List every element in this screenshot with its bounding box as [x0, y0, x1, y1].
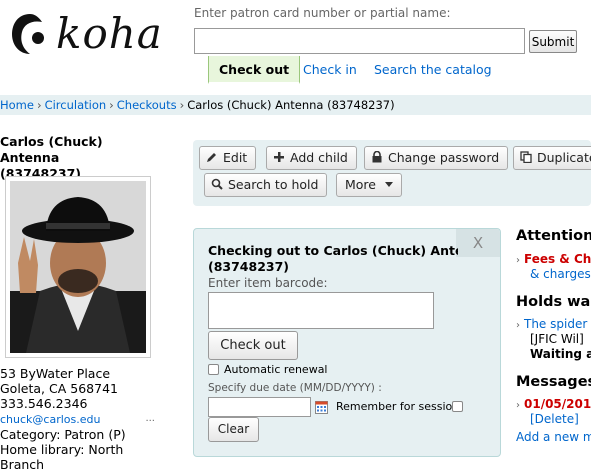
auto-renewal-checkbox[interactable] [208, 364, 219, 375]
bullet-arrow-icon: › [516, 320, 520, 331]
submit-button[interactable]: Submit [529, 30, 577, 53]
breadcrumb-separator: › [179, 98, 185, 112]
duplicate-button[interactable]: Duplicate [513, 146, 591, 170]
patron-search-label: Enter patron card number or partial name… [194, 6, 451, 20]
search-icon [211, 178, 223, 190]
fees-link[interactable]: Fees & Ch [524, 252, 591, 266]
due-date-input[interactable] [208, 397, 311, 417]
remember-session-label: Remember for session: [336, 400, 463, 413]
breadcrumb-home[interactable]: Home [0, 98, 34, 112]
checkout-panel: X Checking out to Carlos (Chuck) Antenna… [193, 228, 501, 457]
bullet-arrow-icon: › [516, 255, 520, 266]
add-child-button-label: Add child [290, 150, 348, 165]
tab-check-out[interactable]: Check out [208, 56, 301, 84]
lock-icon [372, 151, 382, 163]
clear-button[interactable]: Clear [208, 417, 259, 442]
patron-email-link[interactable]: chuck@carlos.edu [0, 413, 100, 426]
checkout-title-line2: (83748237) [208, 259, 290, 274]
patron-category: Category: Patron (P) [0, 427, 126, 442]
patron-panel: Carlos (Chuck) Antenna (83748237) 53 ByW… [0, 134, 165, 472]
patron-more-ellipsis[interactable]: ... [145, 411, 155, 426]
patron-name-line: Carlos (Chuck) Antenna [0, 134, 103, 165]
add-child-button[interactable]: Add child [266, 146, 357, 170]
breadcrumb-circulation[interactable]: Circulation [45, 98, 107, 112]
copy-icon [520, 151, 532, 163]
tab-check-in[interactable]: Check in [303, 56, 357, 84]
holds-waiting-heading: Holds wait [516, 294, 591, 310]
tab-search-catalog[interactable]: Search the catalog [374, 56, 492, 84]
patron-name: Carlos (Chuck) Antenna (83748237) [0, 134, 165, 182]
hold-status: Waiting at [530, 347, 591, 361]
logo-wordmark: koha [56, 9, 163, 58]
patron-photo-frame [5, 176, 151, 358]
delete-message-link[interactable]: [Delete] [530, 412, 579, 426]
patron-phone: 333.546.2346 [0, 396, 88, 411]
more-dropdown-button[interactable]: More [336, 173, 402, 197]
patron-home-library: Home library: North Branch [0, 442, 124, 472]
breadcrumb-checkouts[interactable]: Checkouts [117, 98, 177, 112]
hold-call-number: [JFIC Wil] [530, 332, 584, 346]
message-item: › 01/05/2012 [516, 397, 591, 413]
barcode-label: Enter item barcode: [208, 276, 328, 290]
caret-down-icon [384, 182, 393, 187]
checkout-button[interactable]: Check out [208, 331, 298, 360]
more-button-label: More [345, 177, 376, 192]
breadcrumb-separator: › [36, 98, 42, 112]
duplicate-button-label: Duplicate [537, 150, 591, 165]
fees-charges-link[interactable]: & charges [530, 267, 591, 281]
patron-toolbar: Edit Add child Change password Duplicate… [193, 140, 591, 206]
attention-heading: Attention [516, 228, 591, 244]
koha-logo[interactable]: koha [8, 8, 168, 60]
header: koha Enter patron card number or partial… [0, 0, 591, 95]
search-to-hold-button[interactable]: Search to hold [204, 173, 328, 197]
patron-photo [10, 181, 146, 353]
search-to-hold-button-label: Search to hold [228, 177, 319, 192]
patron-search-input[interactable] [194, 28, 525, 54]
message-date: 01/05/2012 [524, 397, 591, 411]
bullet-arrow-icon: › [516, 400, 520, 411]
remember-session-checkbox[interactable] [452, 401, 463, 412]
fees-line[interactable]: › Fees & Ch [516, 252, 591, 268]
patron-address-line2: Goleta, CA 568741 [0, 381, 118, 396]
barcode-input[interactable] [208, 292, 434, 329]
close-icon[interactable]: X [456, 229, 500, 257]
auto-renewal-label: Automatic renewal [224, 363, 328, 376]
plus-icon [274, 152, 284, 162]
checkout-title-line1: Checking out to Carlos (Chuck) Antenna [208, 243, 458, 258]
pencil-icon [207, 153, 216, 162]
hold-title-link[interactable]: The spider [524, 317, 587, 331]
messages-heading: Messages: [516, 374, 591, 390]
change-password-button-label: Change password [388, 150, 500, 165]
change-password-button[interactable]: Change password [364, 146, 509, 170]
checkout-title: Checking out to Carlos (Chuck) Antenna (… [208, 243, 458, 275]
edit-button[interactable]: Edit [199, 146, 257, 170]
due-date-label: Specify due date (MM/DD/YYYY) : [208, 382, 382, 394]
breadcrumb: Home › Circulation › Checkouts › Carlos (Chuck… [0, 95, 591, 115]
breadcrumb-separator: › [109, 98, 114, 112]
hold-item: › The spider [516, 317, 587, 333]
patron-info: 53 ByWater Place Goleta, CA 568741 333.5… [0, 366, 165, 472]
edit-button-label: Edit [223, 150, 248, 165]
breadcrumb-current: Carlos (Chuck) Antenna (83748237) [187, 98, 395, 112]
koha-logo-icon [12, 14, 44, 54]
patron-address-line1: 53 ByWater Place [0, 366, 111, 381]
calendar-icon[interactable] [315, 401, 328, 414]
add-new-message-link[interactable]: Add a new m [516, 430, 591, 444]
